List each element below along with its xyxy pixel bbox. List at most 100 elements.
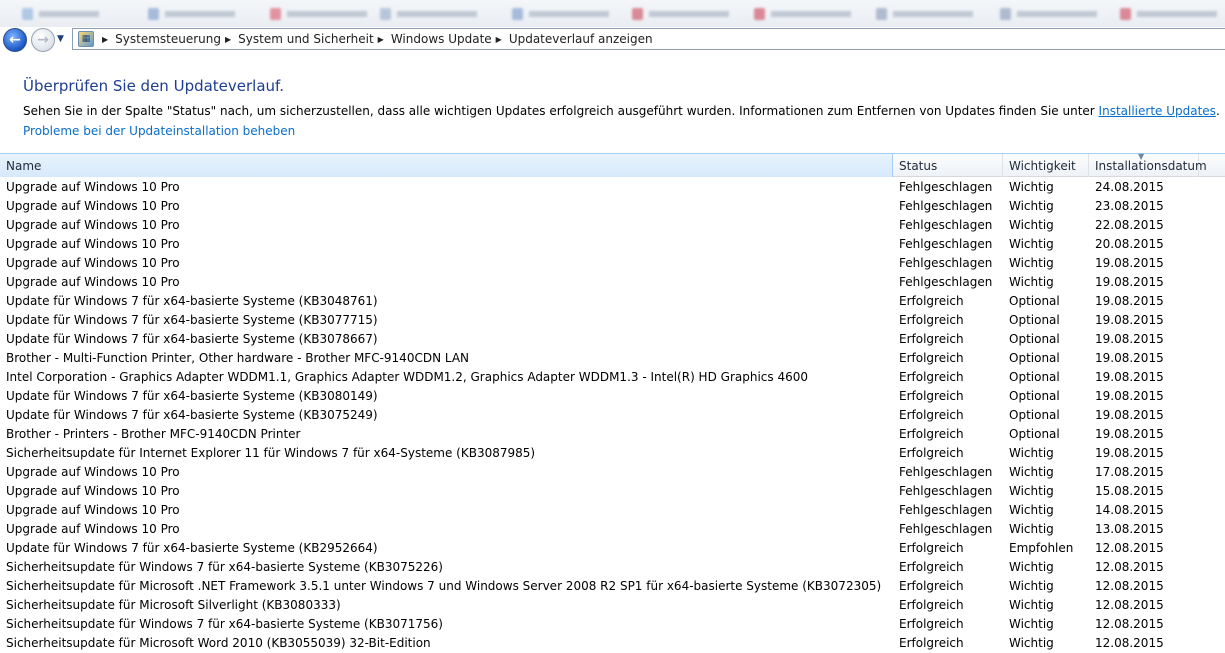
chevron-right-icon[interactable]: ▶	[102, 35, 108, 44]
update-importance: Wichtig	[1009, 598, 1054, 612]
update-importance: Wichtig	[1009, 465, 1054, 479]
table-row[interactable]: Sicherheitsupdate für Microsoft Silverli…	[0, 596, 1225, 615]
update-importance: Optional	[1009, 332, 1060, 346]
update-status: Erfolgreich	[899, 617, 964, 631]
column-header-name[interactable]: Name	[0, 154, 893, 177]
table-row[interactable]: Intel Corporation - Graphics Adapter WDD…	[0, 368, 1225, 387]
table-row[interactable]: Sicherheitsupdate für Microsoft .NET Fra…	[0, 577, 1225, 596]
update-name: Intel Corporation - Graphics Adapter WDD…	[6, 370, 808, 384]
update-date: 19.08.2015	[1095, 275, 1164, 289]
table-row[interactable]: Update für Windows 7 für x64-basierte Sy…	[0, 311, 1225, 330]
update-importance: Optional	[1009, 389, 1060, 403]
update-status: Erfolgreich	[899, 313, 964, 327]
blurred-tab-8	[876, 7, 973, 21]
update-status: Fehlgeschlagen	[899, 484, 993, 498]
description-prefix: Sehen Sie in der Spalte "Status" nach, u…	[23, 104, 1099, 118]
update-status: Erfolgreich	[899, 560, 964, 574]
breadcrumb-updateverlauf[interactable]: Updateverlauf anzeigen	[509, 32, 653, 46]
table-row[interactable]: Update für Windows 7 für x64-basierte Sy…	[0, 387, 1225, 406]
table-row[interactable]: Update für Windows 7 für x64-basierte Sy…	[0, 539, 1225, 558]
update-importance: Optional	[1009, 351, 1060, 365]
update-status: Erfolgreich	[899, 294, 964, 308]
table-row[interactable]: Update für Windows 7 für x64-basierte Sy…	[0, 292, 1225, 311]
update-name: Upgrade auf Windows 10 Pro	[6, 180, 180, 194]
update-importance: Wichtig	[1009, 484, 1054, 498]
column-header-status[interactable]: Status	[893, 154, 1003, 177]
update-importance: Wichtig	[1009, 446, 1054, 460]
breadcrumb-system-und-sicherheit[interactable]: System und Sicherheit	[238, 32, 374, 46]
table-row[interactable]: Brother - Printers - Brother MFC-9140CDN…	[0, 425, 1225, 444]
table-row[interactable]: Upgrade auf Windows 10 Pro Fehlgeschlagen…	[0, 178, 1225, 197]
breadcrumb-windows-update[interactable]: Windows Update	[391, 32, 492, 46]
update-name: Upgrade auf Windows 10 Pro	[6, 237, 180, 251]
blurred-tab-3	[270, 7, 367, 21]
update-name: Upgrade auf Windows 10 Pro	[6, 503, 180, 517]
update-importance: Wichtig	[1009, 636, 1054, 650]
update-importance: Wichtig	[1009, 237, 1054, 251]
address-bar[interactable]: ▦ ▶ Systemsteuerung ▶ System und Sicherh…	[72, 28, 1225, 50]
table-row[interactable]: Upgrade auf Windows 10 Pro Fehlgeschlagen…	[0, 273, 1225, 292]
troubleshoot-link[interactable]: Probleme bei der Updateinstallation behe…	[23, 124, 295, 138]
update-status: Erfolgreich	[899, 351, 964, 365]
table-row[interactable]: Brother - Multi-Function Printer, Other …	[0, 349, 1225, 368]
update-date: 23.08.2015	[1095, 199, 1164, 213]
update-date: 12.08.2015	[1095, 598, 1164, 612]
bookmark-strip	[0, 0, 1225, 28]
table-row[interactable]: Upgrade auf Windows 10 Pro Fehlgeschlagen…	[0, 501, 1225, 520]
blurred-tab-7	[754, 7, 851, 21]
update-importance: Optional	[1009, 370, 1060, 384]
blurred-tab-2	[148, 7, 235, 21]
history-dropdown-icon[interactable]: ▼	[57, 34, 64, 44]
chevron-right-icon[interactable]: ▶	[225, 35, 231, 44]
back-button[interactable]: ←	[3, 28, 27, 52]
table-row[interactable]: Upgrade auf Windows 10 Pro Fehlgeschlagen…	[0, 254, 1225, 273]
update-date: 22.08.2015	[1095, 218, 1164, 232]
update-name: Update für Windows 7 für x64-basierte Sy…	[6, 313, 378, 327]
update-name: Update für Windows 7 für x64-basierte Sy…	[6, 389, 378, 403]
update-importance: Optional	[1009, 294, 1060, 308]
update-date: 12.08.2015	[1095, 560, 1164, 574]
table-row[interactable]: Upgrade auf Windows 10 Pro Fehlgeschlagen…	[0, 520, 1225, 539]
table-row[interactable]: Update für Windows 7 für x64-basierte Sy…	[0, 406, 1225, 425]
update-date: 12.08.2015	[1095, 541, 1164, 555]
update-date: 19.08.2015	[1095, 332, 1164, 346]
update-importance: Empfohlen	[1009, 541, 1074, 555]
column-header-importance[interactable]: Wichtigkeit	[1003, 154, 1089, 177]
blurred-tab-5	[512, 7, 609, 21]
update-date: 19.08.2015	[1095, 351, 1164, 365]
table-row[interactable]: Sicherheitsupdate für Internet Explorer …	[0, 444, 1225, 463]
update-list: Upgrade auf Windows 10 Pro Fehlgeschlagen…	[0, 178, 1225, 653]
update-name: Upgrade auf Windows 10 Pro	[6, 256, 180, 270]
table-row[interactable]: Sicherheitsupdate für Windows 7 für x64-…	[0, 615, 1225, 634]
table-row[interactable]: Update für Windows 7 für x64-basierte Sy…	[0, 330, 1225, 349]
table-row[interactable]: Upgrade auf Windows 10 Pro Fehlgeschlagen…	[0, 235, 1225, 254]
update-importance: Wichtig	[1009, 560, 1054, 574]
update-name: Upgrade auf Windows 10 Pro	[6, 275, 180, 289]
table-row[interactable]: Sicherheitsupdate für Windows 7 für x64-…	[0, 558, 1225, 577]
update-status: Erfolgreich	[899, 579, 964, 593]
update-status: Fehlgeschlagen	[899, 199, 993, 213]
table-row[interactable]: Upgrade auf Windows 10 Pro Fehlgeschlagen…	[0, 463, 1225, 482]
update-name: Upgrade auf Windows 10 Pro	[6, 199, 180, 213]
table-row[interactable]: Upgrade auf Windows 10 Pro Fehlgeschlagen…	[0, 216, 1225, 235]
forward-button[interactable]: →	[31, 28, 55, 52]
update-name: Update für Windows 7 für x64-basierte Sy…	[6, 332, 378, 346]
update-date: 19.08.2015	[1095, 389, 1164, 403]
update-status: Erfolgreich	[899, 332, 964, 346]
update-status: Erfolgreich	[899, 636, 964, 650]
update-name: Upgrade auf Windows 10 Pro	[6, 465, 180, 479]
chevron-right-icon[interactable]: ▶	[378, 35, 384, 44]
table-row[interactable]: Upgrade auf Windows 10 Pro Fehlgeschlagen…	[0, 482, 1225, 501]
update-importance: Wichtig	[1009, 218, 1054, 232]
update-name: Update für Windows 7 für x64-basierte Sy…	[6, 294, 378, 308]
navigation-bar: ← → ▼ ▦ ▶ Systemsteuerung ▶ System und S…	[0, 27, 1225, 52]
blurred-tab-4	[380, 7, 477, 21]
update-date: 13.08.2015	[1095, 522, 1164, 536]
description-suffix: .	[1215, 104, 1220, 118]
update-name: Update für Windows 7 für x64-basierte Sy…	[6, 408, 378, 422]
breadcrumb-systemsteuerung[interactable]: Systemsteuerung	[115, 32, 221, 46]
table-row[interactable]: Upgrade auf Windows 10 Pro Fehlgeschlagen…	[0, 197, 1225, 216]
installed-updates-link[interactable]: Installierte Updates	[1099, 104, 1216, 118]
update-importance: Wichtig	[1009, 503, 1054, 517]
chevron-right-icon[interactable]: ▶	[496, 35, 502, 44]
